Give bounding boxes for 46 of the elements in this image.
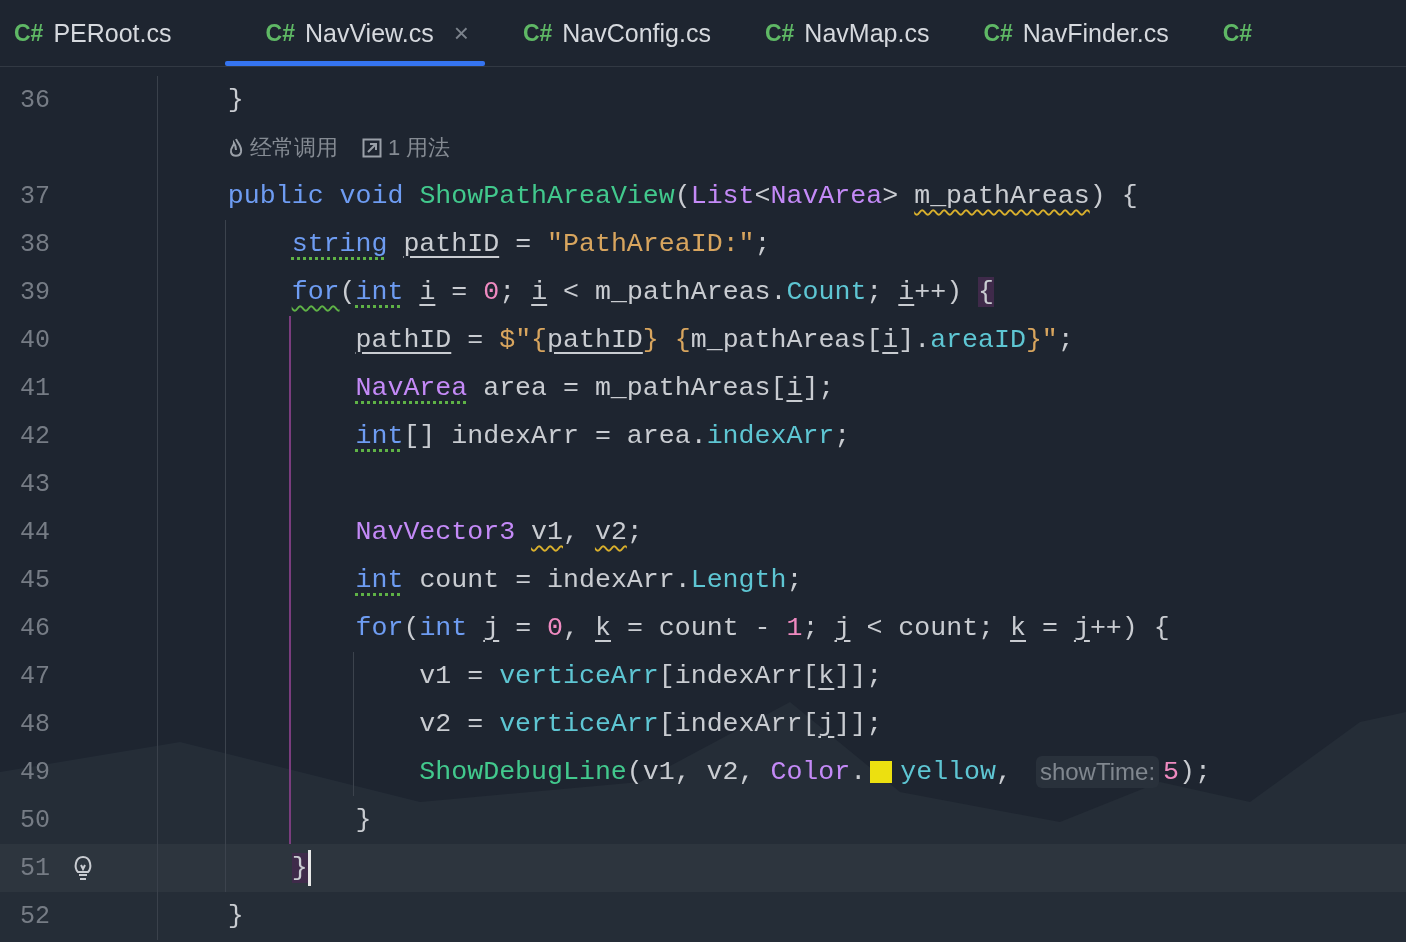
file-tab[interactable]: C# PERoot.cs	[0, 0, 212, 66]
line-number: 47	[20, 661, 51, 691]
line-number: 51	[20, 853, 51, 883]
code-text: for(int i = 0; i < m_pathAreas.Count; i++) {	[290, 277, 995, 307]
code-text: NavVector3 v1, v2;	[354, 517, 643, 547]
code-text: NavArea area = m_pathAreas[i];	[354, 373, 835, 403]
code-text: }	[354, 805, 372, 835]
code-text: int[] indexArr = area.indexArr;	[354, 421, 851, 451]
line-number: 42	[20, 421, 51, 451]
line-number: 46	[20, 613, 51, 643]
lightbulb-icon[interactable]	[72, 853, 94, 883]
line-number: 50	[20, 805, 51, 835]
line-number: 40	[20, 325, 51, 355]
line-number: 44	[20, 517, 51, 547]
line-number: 48	[20, 709, 51, 739]
line-number: 43	[20, 469, 51, 499]
file-tab[interactable]: C#	[1208, 0, 1293, 66]
line-number: 36	[20, 85, 51, 115]
line-number: 45	[20, 565, 51, 595]
parameter-hint: showTime:	[1035, 756, 1160, 788]
code-vision-label[interactable]: 1 用法	[388, 133, 451, 163]
flame-icon	[228, 137, 244, 159]
code-text: pathID = $"{pathID} {m_pathAreas[i].areaID}";	[354, 325, 1074, 355]
code-text: int count = indexArr.Length;	[354, 565, 803, 595]
line-number: 41	[20, 373, 51, 403]
line-number: 52	[20, 901, 51, 931]
file-tab[interactable]: C# NavFinder.cs	[969, 0, 1209, 66]
line-number: 38	[20, 229, 51, 259]
file-tab[interactable]: C# NavConfig.cs	[508, 0, 751, 66]
code-text: ShowDebugLine(v1, v2, Color.	[418, 757, 867, 787]
code-text: }	[226, 901, 244, 931]
close-button[interactable]: ×	[453, 17, 469, 49]
external-link-icon	[362, 138, 382, 158]
code-text: v1 = verticeArr[indexArr[k]];	[418, 661, 883, 691]
code-text: string pathID = "PathAreaID:";	[290, 229, 771, 259]
code-text: }	[226, 85, 244, 115]
file-tab[interactable]: C# NavMap.cs	[750, 0, 970, 66]
code-text: public void ShowPathAreaView(List<NavArea> m_pathAreas) {	[226, 181, 1138, 211]
line-number: 49	[20, 757, 51, 787]
line-number: 39	[20, 277, 51, 307]
code-text: for(int j = 0, k = count - 1; j < count; k = j++) {	[354, 613, 1170, 643]
code-text: yellow,	[900, 757, 1013, 787]
code-text: v2 = verticeArr[indexArr[j]];	[418, 709, 883, 739]
code-vision-label[interactable]: 经常调用	[250, 133, 338, 163]
line-number: 37	[20, 181, 51, 211]
code-text: 5);	[1163, 757, 1211, 787]
